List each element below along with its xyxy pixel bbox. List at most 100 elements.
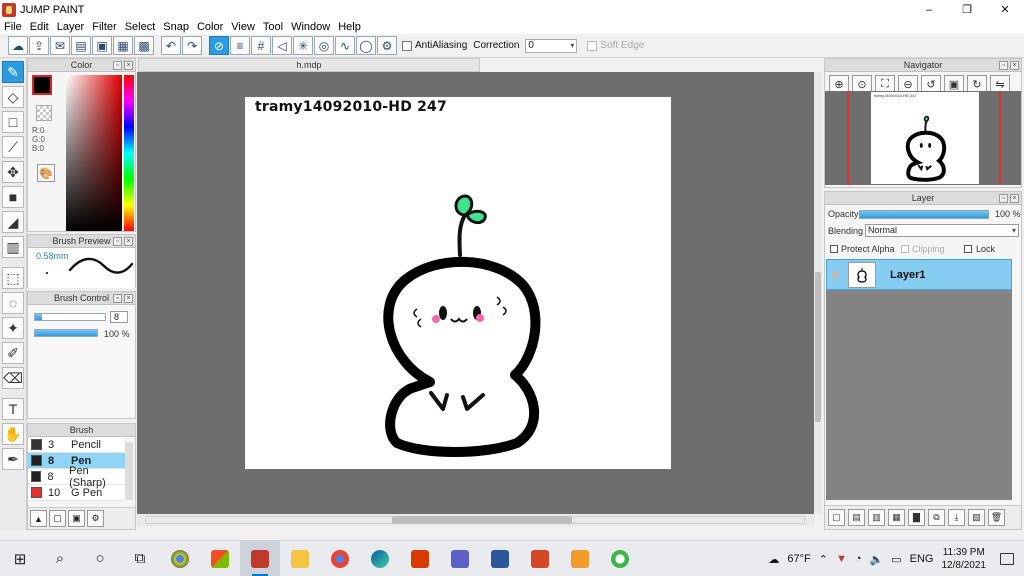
menu-view[interactable]: View xyxy=(231,21,255,33)
canvas-viewport[interactable]: tramy14092010-HD 247 xyxy=(137,72,814,514)
menu-snap[interactable]: Snap xyxy=(163,21,189,33)
new-8bit-layer-icon[interactable]: ▥ xyxy=(868,509,885,526)
lasso-tool-icon[interactable]: ◌ xyxy=(2,292,24,314)
merge-layer-icon[interactable]: ⤓ xyxy=(948,509,965,526)
layer-settings-icon[interactable]: ▧ xyxy=(968,509,985,526)
snap-concentric-icon[interactable]: ◎ xyxy=(314,36,334,55)
canvas-paper[interactable]: tramy14092010-HD 247 xyxy=(245,97,671,469)
layer-opacity-slider[interactable] xyxy=(859,210,989,219)
battery-icon[interactable]: ▭ xyxy=(891,553,901,566)
text-tool-icon[interactable]: T xyxy=(2,398,24,420)
weather-temp[interactable]: 67°F xyxy=(787,553,810,565)
brush-list-scrollbar[interactable] xyxy=(125,442,133,500)
menu-color[interactable]: Color xyxy=(197,21,223,33)
start-icon[interactable]: ⊞ xyxy=(0,541,40,576)
new-layer-icon[interactable]: ▢ xyxy=(828,509,845,526)
menu-help[interactable]: Help xyxy=(338,21,361,33)
clipping-checkbox[interactable] xyxy=(901,245,909,253)
panel-float-icon[interactable]: ▫ xyxy=(113,294,122,303)
new-halftone-layer-icon[interactable]: ▤ xyxy=(848,509,865,526)
tray-chevron-icon[interactable]: ⌃ xyxy=(819,553,828,566)
refresh-app-icon[interactable] xyxy=(600,541,640,576)
office-icon[interactable] xyxy=(400,541,440,576)
eraser-tool-icon[interactable]: ◇ xyxy=(2,86,24,108)
correction-select[interactable]: 0 xyxy=(525,38,578,53)
saturation-value-picker[interactable] xyxy=(66,75,122,231)
cloud-icon[interactable]: ☁ xyxy=(8,36,28,55)
duplicate-layer-icon[interactable]: ⧉ xyxy=(928,509,945,526)
grid-layout-icon[interactable]: ▩ xyxy=(134,36,154,55)
fill-rect-tool-icon[interactable]: ■ xyxy=(2,186,24,208)
snap-off-icon[interactable]: ⊘ xyxy=(209,36,229,55)
new-1bit-layer-icon[interactable]: ▦ xyxy=(888,509,905,526)
layout-icon[interactable]: ▦ xyxy=(113,36,133,55)
line-tool-icon[interactable]: ⟋ xyxy=(2,136,24,158)
canvas-vertical-scrollbar[interactable] xyxy=(814,72,822,514)
teams-icon[interactable] xyxy=(440,541,480,576)
vertical-scroll-thumb[interactable] xyxy=(815,272,821,422)
message-icon[interactable]: ▤ xyxy=(71,36,91,55)
search-icon[interactable]: ⌕ xyxy=(40,541,80,576)
brush-size-input[interactable]: 8 xyxy=(110,311,128,323)
brush-settings-icon[interactable]: ⚙ xyxy=(87,510,104,527)
wifi-icon[interactable]: ◔ xyxy=(855,553,862,565)
eyedropper-tool-icon[interactable]: ✒ xyxy=(2,448,24,470)
transparent-color-swatch[interactable] xyxy=(36,105,52,121)
undo-icon[interactable]: ↶ xyxy=(161,36,181,55)
weather-icon[interactable]: ☁ xyxy=(768,553,779,566)
file-explorer-icon[interactable] xyxy=(280,541,320,576)
brush-new-icon[interactable]: ▢ xyxy=(49,510,66,527)
soft-edge-checkbox[interactable] xyxy=(587,40,598,51)
canvas-horizontal-scrollbar[interactable] xyxy=(137,514,814,526)
close-button[interactable]: ✕ xyxy=(986,0,1024,19)
comment-icon[interactable]: ✉ xyxy=(50,36,70,55)
photos-app-icon[interactable] xyxy=(560,541,600,576)
document-tab[interactable]: h.mdp xyxy=(138,58,480,72)
brush-opacity-slider[interactable] xyxy=(34,329,98,337)
move-tool-icon[interactable]: ✥ xyxy=(2,161,24,183)
lock-checkbox[interactable] xyxy=(964,245,972,253)
panel-float-icon[interactable]: ▫ xyxy=(999,194,1008,203)
brush-copy-icon[interactable]: ▣ xyxy=(68,510,85,527)
notifications-icon[interactable] xyxy=(1000,553,1014,565)
menu-select[interactable]: Select xyxy=(125,21,156,33)
menu-layer[interactable]: Layer xyxy=(57,21,85,33)
cortana-icon[interactable]: ○ xyxy=(80,541,120,576)
foreground-color-swatch[interactable] xyxy=(32,75,52,95)
brush-item-pen-sharp[interactable]: 8 Pen (Sharp) xyxy=(28,465,125,489)
snap-curve-icon[interactable]: ∿ xyxy=(335,36,355,55)
snap-perspective-icon[interactable]: ◁ xyxy=(272,36,292,55)
layer-list-empty-area[interactable] xyxy=(826,290,1012,500)
menu-file[interactable]: File xyxy=(4,21,22,33)
panel-close-icon[interactable]: × xyxy=(124,61,133,70)
delete-layer-icon[interactable]: 🗑 xyxy=(988,509,1005,526)
select-pen-tool-icon[interactable]: ✐ xyxy=(2,342,24,364)
menu-window[interactable]: Window xyxy=(291,21,330,33)
new-folder-icon[interactable]: ▇ xyxy=(908,509,925,526)
edge-icon[interactable] xyxy=(360,541,400,576)
palette-icon[interactable]: 🎨 xyxy=(37,164,55,182)
panel-float-icon[interactable]: ▫ xyxy=(999,61,1008,70)
taskbar-clock[interactable]: 11:39 PM 12/8/2021 xyxy=(942,546,987,572)
redo-icon[interactable]: ↷ xyxy=(182,36,202,55)
snap-grid-icon[interactable]: # xyxy=(251,36,271,55)
snap-radial-icon[interactable]: ✳ xyxy=(293,36,313,55)
language-indicator[interactable]: ENG xyxy=(910,553,934,565)
panel-close-icon[interactable]: × xyxy=(1010,61,1019,70)
chrome-app-icon[interactable] xyxy=(160,541,200,576)
brush-add-icon[interactable]: ▲ xyxy=(30,510,47,527)
bucket-tool-icon[interactable]: ◢ xyxy=(2,211,24,233)
hand-tool-icon[interactable]: ✋ xyxy=(2,423,24,445)
protect-alpha-checkbox[interactable] xyxy=(830,245,838,253)
layer-row[interactable]: Layer1 xyxy=(826,259,1012,290)
brush-item-pencil[interactable]: 3 Pencil xyxy=(28,437,125,453)
task-view-icon[interactable]: ⧉ xyxy=(120,541,160,576)
document-icon[interactable]: ▣ xyxy=(92,36,112,55)
chrome-icon[interactable] xyxy=(320,541,360,576)
jump-paint-app-icon[interactable] xyxy=(240,540,280,576)
brush-tool-icon[interactable]: ✎ xyxy=(2,61,24,83)
menu-edit[interactable]: Edit xyxy=(30,21,49,33)
panel-float-icon[interactable]: ▫ xyxy=(113,61,122,70)
hue-slider[interactable] xyxy=(124,75,134,231)
blending-select[interactable]: Normal xyxy=(865,224,1019,237)
